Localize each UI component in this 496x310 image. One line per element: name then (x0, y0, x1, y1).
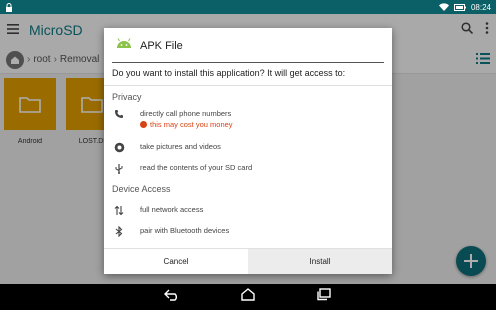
battery-icon (453, 3, 466, 11)
permission-item: take pictures and videos (112, 141, 382, 153)
permission-text: take pictures and videos (140, 142, 221, 151)
install-button[interactable]: Install (248, 249, 392, 274)
system-nav-bar (0, 284, 496, 310)
wifi-icon (438, 3, 449, 11)
recents-icon[interactable] (316, 288, 332, 306)
camera-icon (112, 141, 126, 153)
permission-text: directly call phone numbers (140, 109, 232, 118)
network-arrows-icon (112, 204, 126, 216)
dialog-header: APK File (104, 28, 392, 64)
permission-text: read the contents of your SD card (140, 163, 253, 172)
dialog-buttons: Cancel Install (104, 248, 392, 274)
cost-warning-text: this may cost you money (150, 120, 233, 129)
section-privacy-title: Privacy (112, 92, 142, 102)
lock-icon (5, 2, 13, 12)
dialog-question: Do you want to install this application?… (112, 68, 346, 78)
home-icon[interactable] (240, 288, 256, 306)
warning-coin-icon (140, 121, 147, 128)
title-divider (112, 62, 384, 63)
cost-warning: this may cost you money (140, 119, 233, 130)
bluetooth-icon (112, 225, 126, 237)
usb-icon (112, 162, 126, 174)
permission-item: read the contents of your SD card (112, 162, 382, 174)
permission-item: directly call phone numbers this may cos… (112, 108, 382, 130)
permission-item: full network access (112, 204, 382, 216)
install-dialog: APK File Do you want to install this app… (104, 28, 392, 274)
cancel-button[interactable]: Cancel (104, 249, 248, 274)
android-icon (116, 37, 132, 56)
back-icon[interactable] (164, 288, 180, 306)
clock: 08:24 (470, 2, 491, 12)
permission-list[interactable]: Privacy directly call phone numbers this… (104, 86, 392, 248)
permission-text: full network access (140, 205, 204, 214)
permission-item: pair with Bluetooth devices (112, 225, 382, 237)
section-device-access-title: Device Access (112, 184, 171, 194)
status-bar: 08:24 (0, 0, 496, 14)
permission-text: pair with Bluetooth devices (140, 226, 230, 235)
phone-icon (112, 108, 126, 120)
dialog-title: APK File (140, 40, 183, 52)
